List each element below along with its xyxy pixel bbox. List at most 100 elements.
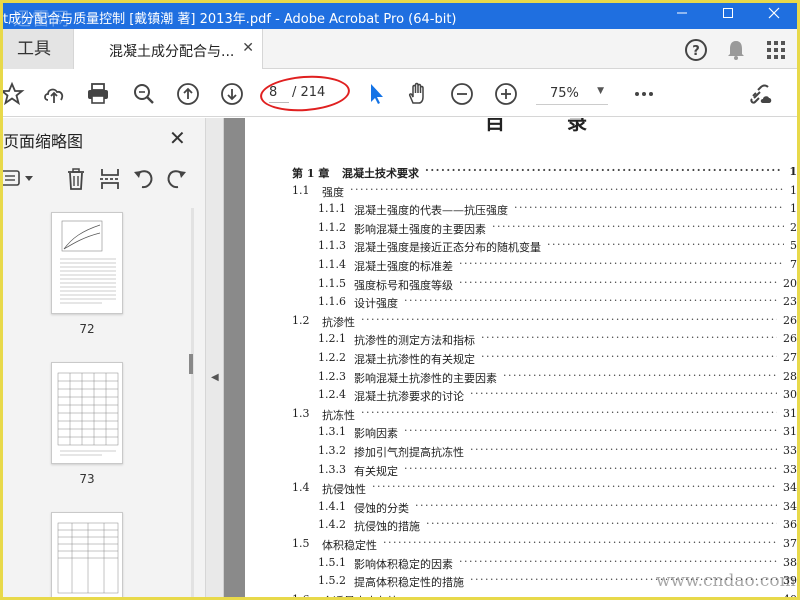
toc-page-number: 40 — [783, 593, 797, 597]
toc-page-number: 26 — [783, 332, 797, 346]
toc-page-number: 20 — [783, 276, 797, 290]
hand-tool-button[interactable] — [405, 81, 431, 107]
toc-leader-dots: ········································… — [404, 294, 777, 308]
thumbnail-scroll-handle[interactable] — [189, 354, 193, 374]
maximize-icon — [723, 8, 733, 18]
help-button[interactable]: ? — [683, 37, 709, 63]
toc-number: 1.1.1 — [318, 202, 346, 216]
rotate-right-button[interactable] — [163, 166, 189, 192]
zoom-out-button[interactable] — [449, 81, 475, 107]
toc-text: 混凝土技术要求 — [342, 167, 419, 180]
zoom-in-button[interactable] — [493, 81, 519, 107]
hand-icon — [409, 82, 424, 104]
toc-row[interactable]: 1.1.6 设计强度 ·······························… — [292, 294, 797, 312]
toc-row[interactable]: 1.3.1 影响因素 ·······························… — [292, 424, 797, 442]
tab-tools[interactable]: 工具 — [3, 29, 73, 69]
toc-leader-dots: ········································… — [404, 461, 777, 475]
toc-row[interactable]: 1.1.3 混凝土强度是接近正态分布的随机变量 ··················… — [292, 238, 797, 256]
thumbnail-page[interactable] — [51, 212, 123, 314]
next-page-button[interactable] — [219, 81, 245, 107]
insert-page-button[interactable] — [97, 166, 123, 192]
thumbnail-page[interactable] — [51, 362, 123, 464]
toc-text: 抗渗性的测定方法和指标 — [354, 334, 475, 348]
main-toolbar: 8 / 214 75% ▼ — [3, 69, 797, 117]
toc-leader-dots: ········································… — [383, 536, 777, 549]
toc-page-number: 31 — [783, 425, 797, 439]
apps-grid-icon — [767, 41, 785, 59]
toc-row[interactable]: 1.1.4 混凝土强度的标准差 ··························… — [292, 257, 797, 275]
toc-row[interactable]: 1.3.2 掺加引气剂提高抗冻性 ·························… — [292, 443, 797, 461]
toc-row[interactable]: 1.2.1 抗渗性的测定方法和指标 ························… — [292, 331, 797, 349]
rotate-cw-icon — [167, 170, 186, 189]
thumbnail-scrollbar[interactable] — [191, 208, 194, 597]
toc-row[interactable]: 1.4 抗侵蚀性 ·································… — [292, 480, 797, 498]
annotation-ring — [258, 72, 352, 115]
toc-row[interactable]: 1.3.3 有关规定 ·······························… — [292, 461, 797, 480]
svg-text:?: ? — [692, 44, 700, 59]
zoom-search-button[interactable] — [131, 81, 157, 107]
notifications-button[interactable] — [723, 37, 749, 63]
pane-close-icon[interactable]: ✕ — [169, 126, 186, 150]
thumbnail-label: 72 — [79, 322, 95, 336]
toc-row[interactable]: 1.2 抗渗性 ··································… — [292, 313, 797, 331]
select-tool-button[interactable] — [363, 81, 389, 107]
apps-button[interactable] — [763, 37, 789, 63]
toc-page-number: 1 — [790, 183, 797, 197]
toc-text: 抗侵蚀的措施 — [354, 520, 420, 534]
toc-row[interactable]: 1.6 合适最大水灰比 ······························… — [292, 592, 797, 597]
thumbnail-pane: 页面缩略图 ✕ 72 73 — [3, 118, 206, 597]
title-bar: t成分配合与质量控制 [戴镇潮 著] 2013年.pdf - Adobe Acr… — [3, 3, 797, 30]
toc-number: 1.3.1 — [318, 425, 346, 439]
toc-row[interactable]: 1.1.2 影响混凝土强度的主要因素 ·······················… — [292, 220, 797, 238]
toc-heading-left: 目 — [485, 118, 505, 134]
toc-text: 混凝土强度是接近正态分布的随机变量 — [354, 241, 541, 255]
tab-bar: 工具 混凝土成分配合与... ✕ ? — [3, 29, 797, 70]
watermark-top: 迅雷网 — [13, 9, 70, 30]
upload-cloud-button[interactable] — [41, 81, 67, 107]
toc-row[interactable]: 1.2.3 影响混凝土抗渗性的主要因素 ······················… — [292, 369, 797, 387]
toc-text: 混凝土强度的代表——抗压强度 — [354, 204, 508, 218]
toc-row[interactable]: 1.2.2 混凝土抗渗性的有关规定 ························… — [292, 350, 797, 368]
close-window-button[interactable] — [751, 3, 797, 29]
maximize-button[interactable] — [705, 3, 751, 29]
toc-row[interactable]: 1.1.5 强度标号和强度等级 ··························… — [292, 276, 797, 294]
toc-text: 设计强度 — [354, 297, 398, 311]
bookmark-star-button[interactable] — [3, 81, 25, 107]
minimize-button[interactable] — [659, 3, 705, 29]
more-tools-button[interactable] — [631, 81, 657, 107]
toc-row[interactable]: 1.5 体积稳定性 ································… — [292, 536, 797, 554]
toc-row[interactable]: 1.1 强度 ···································… — [292, 182, 797, 201]
tab-document[interactable]: 混凝土成分配合与... ✕ — [73, 29, 263, 70]
toc-row[interactable]: 1.3 抗冻性 ··································… — [292, 406, 797, 424]
toc-row[interactable]: 1.4.1 侵蚀的分类 ······························… — [292, 499, 797, 517]
toc-leader-dots: ········································… — [350, 182, 784, 196]
arrow-down-circle-icon — [221, 83, 243, 105]
toc-row[interactable]: 1.2.4 混凝土抗渗要求的讨论 ·························… — [292, 387, 797, 405]
toc-number: 1.2.1 — [318, 332, 346, 346]
pane-collapse-strip[interactable]: ◀ — [206, 118, 224, 597]
toc-text: 影响因素 — [354, 427, 398, 441]
toc-leader-dots: ········································… — [372, 480, 777, 494]
toc-leader-dots: ········································… — [547, 238, 784, 252]
toc-page-number: 31 — [783, 406, 797, 420]
magnifier-icon — [134, 84, 154, 104]
print-button[interactable] — [85, 81, 111, 107]
delete-page-button[interactable] — [63, 166, 89, 192]
rotate-left-button[interactable] — [131, 166, 157, 192]
app-window: t成分配合与质量控制 [戴镇潮 著] 2013年.pdf - Adobe Acr… — [3, 3, 797, 597]
tab-close-icon[interactable]: ✕ — [242, 40, 254, 56]
toc-number: 1.5.2 — [318, 574, 346, 588]
toc-row[interactable]: 1.1.1 混凝土强度的代表——抗压强度 ·····················… — [292, 201, 797, 219]
previous-page-button[interactable] — [175, 81, 201, 107]
toc-leader-dots: ········································… — [425, 164, 783, 177]
toc-number: 1.2.2 — [318, 351, 346, 364]
thumbnail-options-button[interactable] — [3, 166, 33, 192]
toc-row[interactable]: 第 1 章混凝土技术要求 ····························… — [292, 164, 797, 182]
toc-page-number: 33 — [783, 444, 797, 457]
thumbnail-page[interactable] — [51, 512, 123, 597]
toc-page-number: 37 — [783, 537, 797, 550]
share-link-button[interactable] — [749, 81, 775, 107]
zoom-select[interactable]: 75% ▼ — [536, 81, 608, 105]
arrow-up-circle-icon — [177, 83, 199, 105]
toc-row[interactable]: 1.4.2 抗侵蚀的措施 ·····························… — [292, 517, 797, 535]
